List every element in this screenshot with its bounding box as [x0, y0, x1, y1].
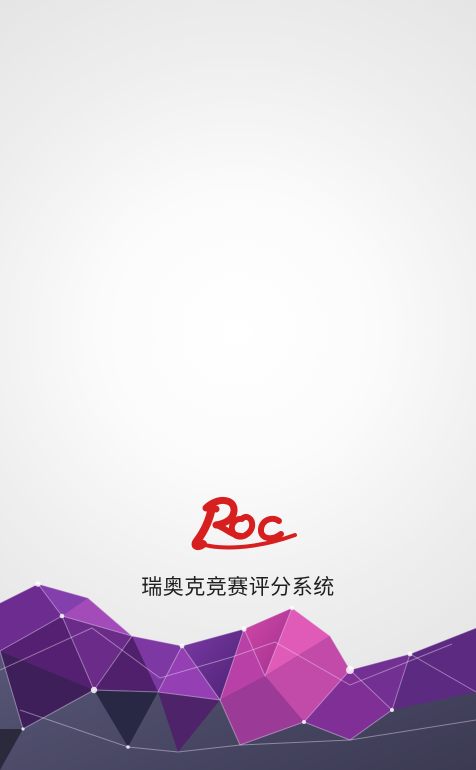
roc-brush-logo-icon [191, 497, 297, 551]
polygon-art-footer [0, 581, 476, 770]
splash-screen: 瑞奥克竞赛评分系统 [0, 0, 476, 770]
roc-logo [188, 490, 300, 552]
